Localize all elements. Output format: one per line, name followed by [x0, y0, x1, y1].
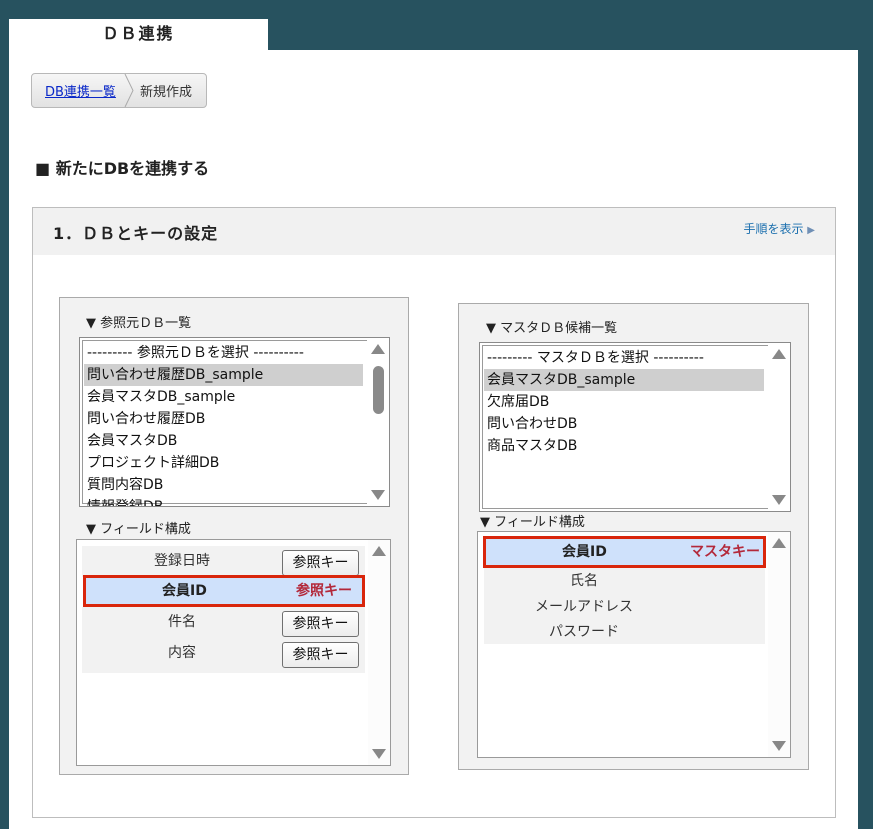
list-item[interactable]: 情報登録DB: [84, 496, 363, 506]
scroll-down-icon[interactable]: [371, 490, 385, 500]
list-item[interactable]: 問い合わせ履歴DB_sample: [84, 364, 363, 386]
field-name: メールアドレス: [535, 599, 633, 615]
field-row-3: 内容 参照キー: [82, 638, 365, 673]
field-row-0: 登録日時 参照キー: [82, 546, 365, 577]
scroll-down-icon[interactable]: [772, 741, 786, 751]
field-name: 氏名: [570, 573, 598, 589]
list-item[interactable]: 問い合わせ履歴DB: [84, 408, 363, 430]
section-title: ■ 新たにDBを連携する: [35, 159, 210, 178]
master-fields-label: ▼ フィールド構成: [480, 515, 585, 530]
key-field-tag: マスタキー: [690, 544, 760, 560]
master-field-rows: 氏名 メールアドレス パスワード: [484, 568, 765, 644]
source-db-group: ▼ 参照元ＤＢ一覧 --------- 参照元ＤＢを選択 ---------- 問…: [59, 297, 409, 775]
step-header: 1．ＤＢとキーの設定 手順を表示 ▶: [33, 208, 835, 255]
master-db-list-label: ▼ マスタＤＢ候補一覧: [486, 321, 618, 336]
step-box: 1．ＤＢとキーの設定 手順を表示 ▶ ▼ 参照元ＤＢ一覧 --------- 参…: [32, 207, 836, 818]
scroll-up-icon[interactable]: [371, 344, 385, 354]
show-steps-label: 手順を表示: [743, 222, 804, 236]
field-name: パスワード: [549, 624, 619, 640]
list-item[interactable]: 商品マスタDB: [484, 435, 764, 457]
field-name: 内容: [168, 645, 196, 661]
list-item[interactable]: 会員マスタDB_sample: [84, 386, 363, 408]
scroll-up-icon[interactable]: [772, 538, 786, 548]
key-field-tag: 参照キー: [296, 583, 352, 599]
breadcrumb-link-db-list[interactable]: DB連携一覧: [32, 81, 124, 100]
source-db-list-label: ▼ 参照元ＤＢ一覧: [86, 316, 192, 331]
breadcrumb: DB連携一覧 新規作成: [31, 73, 207, 108]
field-name: 件名: [168, 614, 196, 630]
scroll-thumb[interactable]: [373, 366, 384, 414]
source-db-scrollbar[interactable]: [367, 338, 389, 506]
list-item[interactable]: 問い合わせDB: [484, 413, 764, 435]
key-field-name: 会員ID: [162, 583, 207, 599]
source-db-listbox[interactable]: --------- 参照元ＤＢを選択 ---------- 問い合わせ履歴DB_s…: [79, 337, 390, 507]
reference-key-button[interactable]: 参照キー: [282, 550, 359, 576]
scroll-down-icon[interactable]: [772, 495, 786, 505]
master-key-field[interactable]: 会員ID マスタキー: [483, 536, 766, 568]
master-db-listbox[interactable]: --------- マスタＤＢを選択 ---------- 会員マスタDB_sam…: [479, 342, 791, 512]
source-fields-label: ▼ フィールド構成: [86, 522, 191, 537]
master-fields-scrollbar[interactable]: [768, 532, 790, 757]
show-steps-link[interactable]: 手順を表示 ▶: [743, 220, 815, 237]
source-db-items: --------- 参照元ＤＢを選択 ---------- 問い合わせ履歴DB_s…: [84, 342, 363, 506]
main-panel: DB連携一覧 新規作成 ■ 新たにDBを連携する 1．ＤＢとキーの設定 手順を表…: [9, 50, 858, 829]
key-field-name: 会員ID: [562, 544, 607, 560]
breadcrumb-current: 新規作成: [139, 85, 192, 100]
source-fields-scrollbar[interactable]: [368, 540, 390, 765]
reference-key-button[interactable]: 参照キー: [282, 611, 359, 637]
source-fields-list[interactable]: 登録日時 参照キー 会員ID 参照キー 件名 参照キー 内容 参照キー: [76, 539, 391, 766]
field-row-2: 件名 参照キー: [82, 607, 365, 638]
scroll-up-icon[interactable]: [772, 349, 786, 359]
list-item[interactable]: 会員マスタDB_sample: [484, 369, 764, 391]
reference-key-button[interactable]: 参照キー: [282, 642, 359, 668]
step-title: 1．ＤＢとキーの設定: [53, 224, 219, 243]
scroll-up-icon[interactable]: [372, 546, 386, 556]
list-item[interactable]: --------- 参照元ＤＢを選択 ----------: [84, 342, 363, 364]
list-item[interactable]: 会員マスタDB: [84, 430, 363, 452]
source-key-field[interactable]: 会員ID 参照キー: [83, 575, 365, 607]
master-db-items: --------- マスタＤＢを選択 ---------- 会員マスタDB_sam…: [484, 347, 764, 457]
master-fields-list[interactable]: 会員ID マスタキー 氏名 メールアドレス パスワード: [477, 531, 791, 758]
tab-db-integration[interactable]: ＤＢ連携: [9, 19, 268, 51]
field-name: 登録日時: [154, 553, 210, 569]
scroll-down-icon[interactable]: [372, 749, 386, 759]
list-item[interactable]: 質問内容DB: [84, 474, 363, 496]
list-item[interactable]: 欠席届DB: [484, 391, 764, 413]
list-item[interactable]: --------- マスタＤＢを選択 ----------: [484, 347, 764, 369]
list-item[interactable]: プロジェクト詳細DB: [84, 452, 363, 474]
play-arrow-icon: ▶: [807, 225, 815, 236]
master-db-group: ▼ マスタＤＢ候補一覧 --------- マスタＤＢを選択 ---------…: [458, 303, 809, 770]
master-db-scrollbar[interactable]: [768, 343, 790, 511]
breadcrumb-chevron-icon: [124, 74, 134, 107]
